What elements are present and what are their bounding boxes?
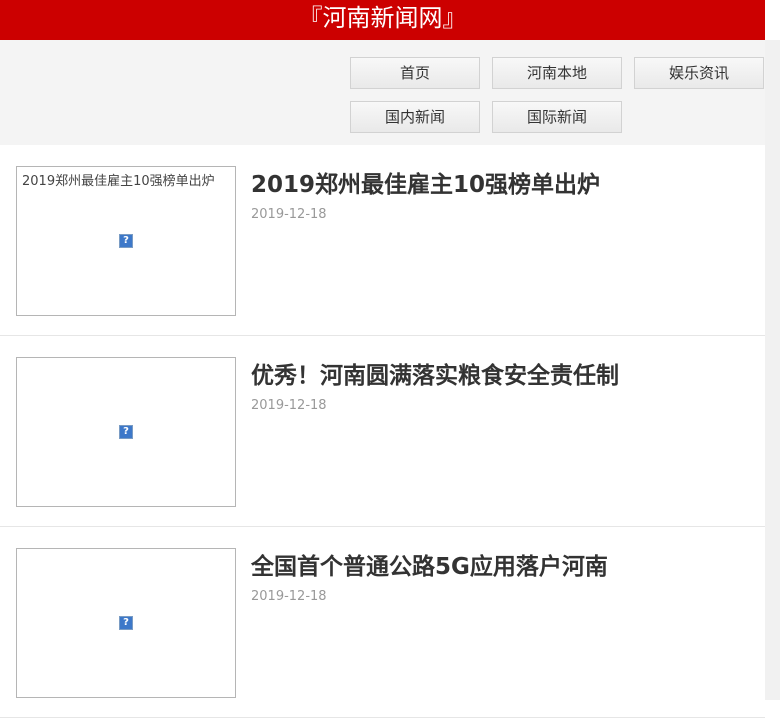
broken-image-icon: ? — [119, 616, 133, 630]
news-item[interactable]: ? 全国首个普通公路5G应用落户河南 2019-12-18 — [0, 527, 765, 718]
broken-image-icon: ? — [119, 425, 133, 439]
news-item[interactable]: ? 优秀！河南圆满落实粮食安全责任制 2019-12-18 — [0, 336, 765, 527]
page-scrollbar[interactable] — [765, 40, 780, 700]
site-title: 『河南新闻网』 — [298, 4, 467, 32]
news-thumbnail[interactable]: ? — [16, 548, 236, 698]
news-item[interactable]: 2019郑州最佳雇主10强榜单出炉 ? 2019郑州最佳雇主10强榜单出炉 20… — [0, 145, 765, 336]
nav-international-news-button[interactable]: 国际新闻 — [492, 101, 622, 133]
news-date: 2019-12-18 — [251, 398, 327, 413]
news-title[interactable]: 全国首个普通公路5G应用落户河南 — [251, 547, 608, 581]
nav-entertainment-button[interactable]: 娱乐资讯 — [634, 57, 764, 89]
nav-home-button[interactable]: 首页 — [350, 57, 480, 89]
site-header: 『河南新闻网』 — [0, 0, 765, 40]
news-list: 2019郑州最佳雇主10强榜单出炉 ? 2019郑州最佳雇主10强榜单出炉 20… — [0, 145, 765, 718]
nav-henan-local-button[interactable]: 河南本地 — [492, 57, 622, 89]
nav-bar: 首页 河南本地 娱乐资讯 国内新闻 国际新闻 — [0, 40, 765, 145]
news-thumbnail[interactable]: ? — [16, 357, 236, 507]
news-title[interactable]: 优秀！河南圆满落实粮食安全责任制 — [251, 356, 619, 390]
nav-domestic-news-button[interactable]: 国内新闻 — [350, 101, 480, 133]
thumbnail-alt-text: 2019郑州最佳雇主10强榜单出炉 — [22, 174, 215, 189]
news-date: 2019-12-18 — [251, 207, 327, 222]
news-thumbnail[interactable]: 2019郑州最佳雇主10强榜单出炉 ? — [16, 166, 236, 316]
news-title[interactable]: 2019郑州最佳雇主10强榜单出炉 — [251, 165, 600, 199]
broken-image-icon: ? — [119, 234, 133, 248]
news-date: 2019-12-18 — [251, 589, 327, 604]
